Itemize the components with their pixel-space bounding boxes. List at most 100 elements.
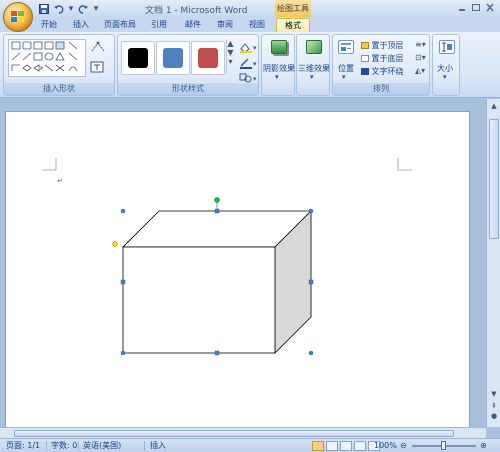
resize-handle-right[interactable] [308,279,314,285]
resize-handle-left[interactable] [120,279,126,285]
zoom-in-icon[interactable]: ⊕ [480,440,487,452]
resize-handle-bottom-left[interactable] [120,350,126,356]
three-d-effects-label[interactable]: 三维效果 [298,63,330,74]
resize-handle-bottom[interactable] [214,350,220,356]
bring-to-front-label: 置于顶层 [371,41,404,50]
scroll-down-icon[interactable]: ▼ [489,389,499,399]
shadow-effects-group: 阴影效果 ▾ [261,34,295,96]
shadow-effects-dropdown-icon[interactable]: ▾ [275,73,279,81]
shadow-effects-icon[interactable] [271,40,287,54]
redo-icon[interactable] [77,3,89,15]
size-icon[interactable] [439,40,455,54]
office-button[interactable] [3,2,33,32]
zoom-level[interactable]: 100% [374,440,397,452]
tab-format[interactable]: 格式 [276,18,310,32]
tab-mailings[interactable]: 邮件 [182,18,204,32]
three-d-effects-dropdown-icon[interactable]: ▾ [310,73,314,81]
paragraph-mark: ↵ [57,177,63,185]
text-wrap-label: 文字环绕 [371,67,404,76]
style-swatch-blue[interactable] [156,41,190,75]
save-icon[interactable] [38,3,50,15]
shadow-effects-label[interactable]: 阴影效果 [263,63,295,74]
position-icon[interactable] [338,40,354,54]
customize-icon[interactable]: ▾ [92,3,100,15]
vertical-scrollbar[interactable]: ▲ ▼ ⇞ ● [486,99,500,427]
tab-home[interactable]: 开始 [38,18,60,32]
insert-shapes-label: 插入形状 [4,83,114,95]
fill-color-icon[interactable]: ▾ [238,41,258,55]
scroll-up-icon[interactable]: ▲ [489,101,499,111]
web-layout-icon[interactable] [340,441,352,451]
svg-text:▾: ▾ [253,44,257,52]
office-logo-icon [11,11,26,24]
resize-handle-top-right[interactable] [308,208,314,214]
cube-front-face [122,246,276,354]
edit-shape-icon[interactable] [90,41,108,55]
tab-review[interactable]: 审阅 [214,18,236,32]
drawing-tools-context-title: 绘图工具 [275,0,311,17]
style-swatch-black-fill [128,48,148,68]
minimize-icon[interactable] [456,2,468,13]
position-label[interactable]: 位置 [338,63,354,74]
zoom-out-icon[interactable]: ⊖ [400,440,407,452]
title-bar: ▾ ▾ 文档 1 - Microsoft Word 绘图工具 [0,0,500,17]
size-group: 大小 ▾ [432,34,460,96]
tab-references[interactable]: 引用 [148,18,170,32]
outline-view-icon[interactable] [354,441,366,451]
vertical-scroll-thumb[interactable] [489,119,499,239]
full-screen-reading-icon[interactable] [326,441,338,451]
document-page[interactable]: ↵ [5,111,470,441]
window-controls [456,2,496,13]
shape-styles-label: 形状样式 [118,83,258,95]
horizontal-scroll-thumb[interactable] [14,430,454,437]
status-bar: 页面: 1/1 字数: 0 英语(美国) 插入 100% ⊖ ⊕ [0,438,500,452]
bring-to-front-button[interactable]: 置于顶层 [361,40,404,51]
insert-mode[interactable]: 插入 [150,440,166,452]
undo-dropdown-icon[interactable]: ▾ [68,3,74,15]
text-box-icon[interactable] [90,61,104,75]
shapes-gallery-icon [11,41,78,72]
horizontal-scrollbar[interactable] [0,427,486,438]
shapes-gallery[interactable] [8,39,86,77]
align-icon[interactable]: ≡▾ [415,40,426,49]
resize-handle-top[interactable] [214,208,220,214]
styles-gallery-scroll[interactable]: ▲ ▼ ▾ [226,39,234,73]
ribbon-tabs: 开始 插入 页面布局 引用 邮件 审阅 视图 格式 [0,17,500,32]
status-divider [144,441,145,451]
position-dropdown-icon[interactable]: ▾ [342,73,346,81]
page-count[interactable]: 页面: 1/1 [6,440,40,452]
style-swatch-red[interactable] [191,41,225,75]
previous-page-icon[interactable]: ⇞ [489,401,499,411]
cube-shape[interactable] [122,210,312,354]
rotate-handle[interactable] [214,197,220,203]
text-wrap-button[interactable]: 文字环绕 [361,66,404,77]
style-swatch-blue-fill [163,48,183,68]
rotate-icon[interactable]: ◭▾ [415,66,425,75]
size-dropdown-icon[interactable]: ▾ [443,73,447,81]
undo-icon[interactable] [53,3,65,15]
tab-insert[interactable]: 插入 [70,18,92,32]
style-swatch-black[interactable] [121,41,155,75]
status-divider [46,441,47,451]
adjust-handle[interactable] [111,240,119,248]
browse-object-icon[interactable]: ● [489,411,499,421]
close-icon[interactable] [484,2,496,13]
resize-handle-top-left[interactable] [120,208,126,214]
margin-mark-top-right [397,158,412,171]
zoom-slider-thumb[interactable] [441,441,446,450]
three-d-effects-icon[interactable] [306,40,322,54]
arrange-label: 排列 [333,83,429,95]
text-wrap-icon [361,68,369,75]
print-layout-view-icon[interactable] [312,441,324,451]
bring-to-front-icon [361,42,369,49]
shape-styles-group: ▲▼▾ ▾ ▾ ▾ ⬊ 形状样式 [117,34,259,96]
tab-view[interactable]: 视图 [246,18,268,32]
tab-page-layout[interactable]: 页面布局 [102,18,138,32]
word-count[interactable]: 字数: 0 [51,440,77,452]
send-to-back-button[interactable]: 置于底层 [361,53,404,64]
resize-handle-bottom-right[interactable] [308,350,314,356]
language[interactable]: 英语(美国) [83,440,121,452]
outline-color-icon[interactable]: ▾ [238,57,258,71]
maximize-icon[interactable] [470,2,482,13]
group-icon[interactable]: ⊡▾ [415,53,426,62]
